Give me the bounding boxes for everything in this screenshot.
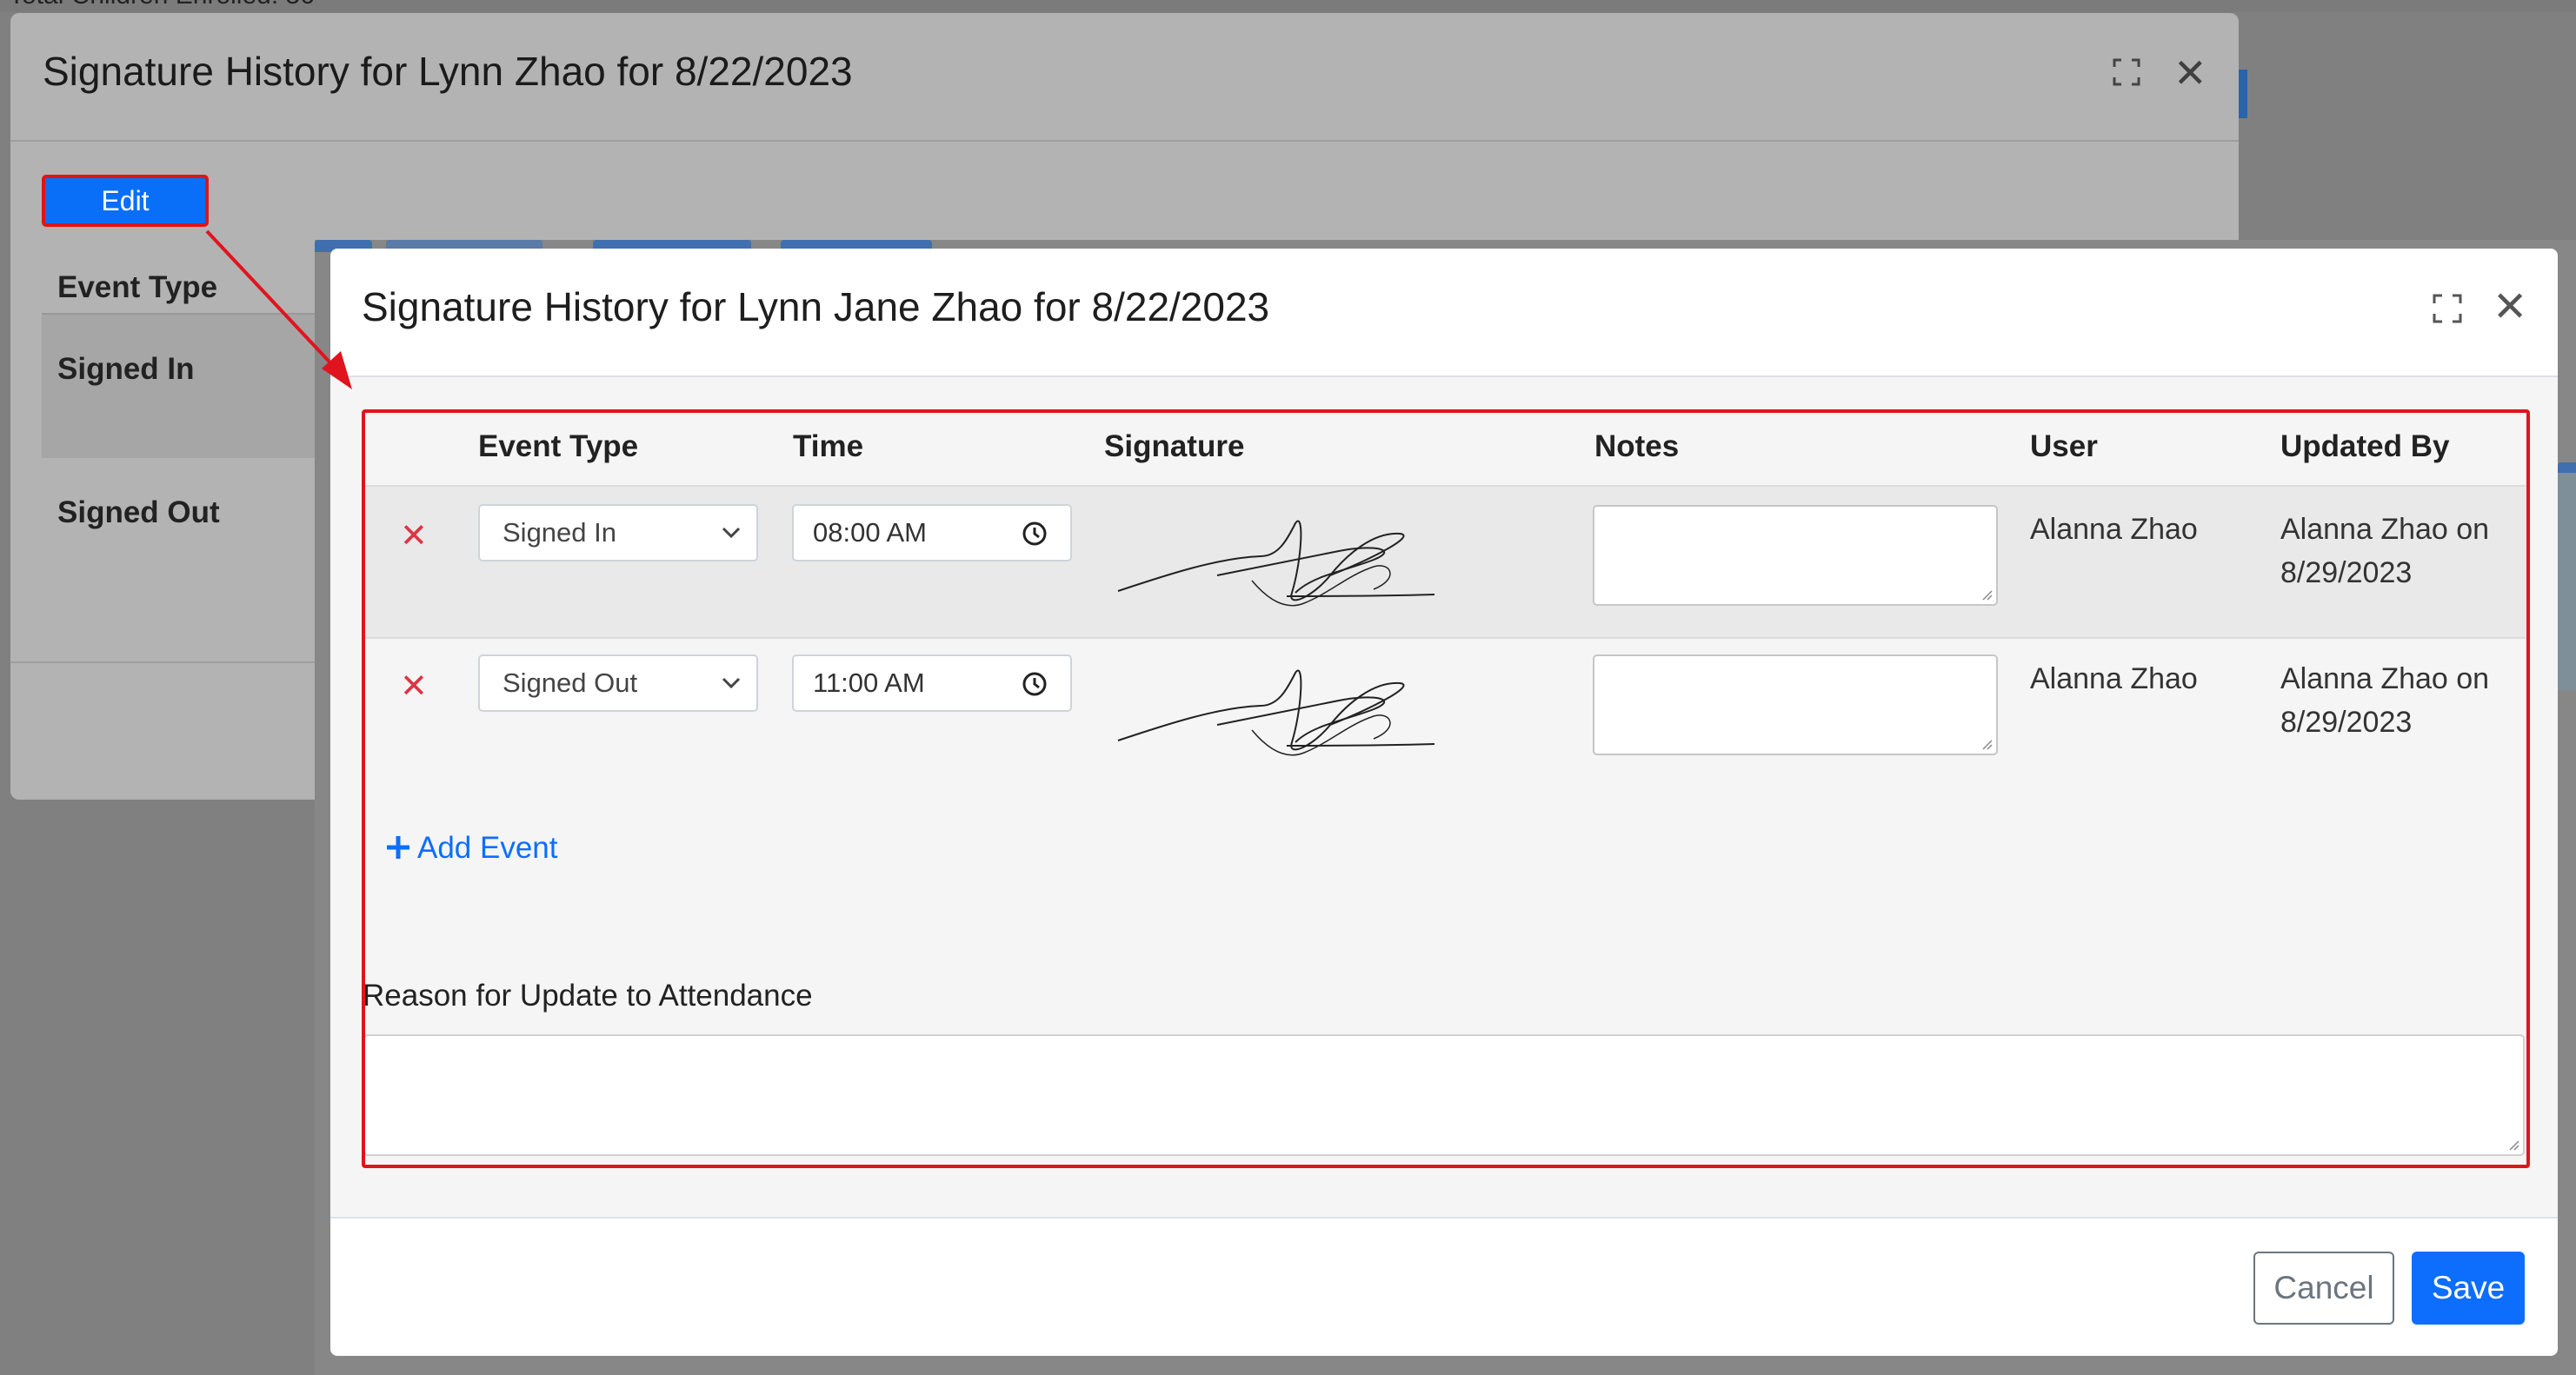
save-button[interactable]: Save [2412,1252,2525,1325]
cancel-button[interactable]: Cancel [2253,1252,2394,1325]
divider [330,1217,2558,1219]
close-icon[interactable]: ✕ [2173,53,2207,93]
background-button-edge [2239,70,2247,118]
divider [10,140,2239,142]
maximize-icon[interactable] [2113,58,2140,86]
close-icon[interactable]: ✕ [2493,287,2527,329]
edit-button[interactable]: Edit [42,175,209,227]
signature-history-modal: Signature History for Lynn Jane Zhao for… [330,249,2558,1356]
event-type-cell: Signed In [57,352,195,386]
background-page-strip: Total Children Enrolled: 56 [0,0,2576,12]
modal-title: Signature History for Lynn Jane Zhao for… [362,284,1270,329]
annotation-highlight-box [362,409,2530,1168]
event-type-cell: Signed Out [57,495,220,529]
background-row-edge [2558,473,2576,690]
maximize-icon[interactable] [2433,294,2462,323]
table-header-event-type: Event Type [57,270,218,304]
background-modal-title: Signature History for Lynn Zhao for 8/22… [43,49,853,94]
enrolled-count-text: Total Children Enrolled: 56 [9,0,315,10]
